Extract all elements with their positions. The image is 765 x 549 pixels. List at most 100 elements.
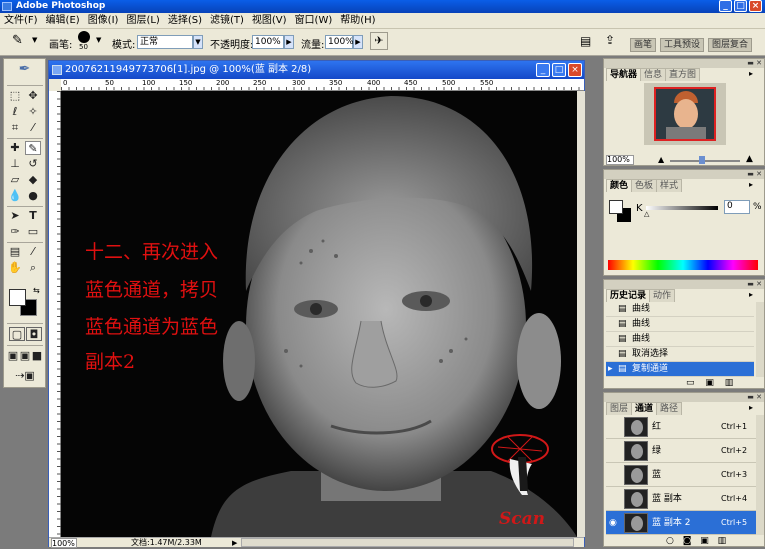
airbrush-icon[interactable]: ✈ [370, 32, 388, 50]
channel-row[interactable]: 绿 Ctrl+2 [606, 439, 756, 463]
palette-well-icon[interactable]: ▤ [580, 34, 591, 48]
hand-tool-icon[interactable]: ✋ [7, 261, 23, 275]
history-scrollbar[interactable] [756, 302, 764, 377]
menu-window[interactable]: 窗口(W) [291, 13, 337, 28]
k-value-field[interactable]: 0 [724, 200, 750, 214]
screen-mode-full-icon[interactable]: ■ [31, 349, 43, 363]
eyedropper-tool-icon[interactable]: ⁄ [25, 245, 41, 259]
menu-edit[interactable]: 编辑(E) [42, 13, 84, 28]
navigator-view-box[interactable] [654, 87, 716, 141]
color-ramp[interactable] [608, 260, 758, 270]
screen-mode-menu-icon[interactable]: ▣ [19, 349, 31, 363]
channel-action-buttons-icon[interactable]: ○ ◙ ▣ ▥ [666, 536, 726, 546]
tab-swatches[interactable]: 色板 [631, 179, 658, 192]
crop-tool-icon[interactable]: ⌗ [7, 121, 23, 135]
channel-row[interactable]: 蓝 副本 Ctrl+4 [606, 487, 756, 511]
jump-to-imageready-icon[interactable]: ⇢▣ [9, 369, 41, 383]
document-title-bar[interactable]: 20076211949773706[1].jpg @ 100%(蓝 副本 2/8… [49, 61, 584, 79]
pen-tool-icon[interactable]: ✑ [7, 225, 23, 239]
screen-mode-standard-icon[interactable]: ▣ [7, 349, 19, 363]
palette-header[interactable]: ▬ ✕ [604, 393, 764, 402]
blur-tool-icon[interactable]: 💧 [7, 189, 23, 203]
healing-brush-tool-icon[interactable]: ✚ [7, 141, 23, 155]
lasso-tool-icon[interactable]: ℓ [7, 105, 23, 119]
well-tab-layer-comps[interactable]: 图层复合 [708, 38, 753, 52]
history-action-buttons-icon[interactable]: ▭ ▣ ▥ [686, 378, 733, 388]
palette-menu-icon[interactable]: ▸ [749, 69, 753, 78]
palette-window-buttons-icon[interactable]: ▬ ✕ [747, 394, 762, 401]
palette-window-buttons-icon[interactable]: ▬ ✕ [747, 60, 762, 67]
color-foreground-swatch[interactable] [609, 200, 623, 214]
doc-maximize-icon[interactable]: □ [552, 63, 566, 77]
feather-logo-icon[interactable]: ✒ [6, 61, 43, 81]
type-tool-icon[interactable]: T [25, 209, 41, 223]
zoom-out-icon[interactable]: ▲ [658, 155, 664, 164]
maximize-icon[interactable]: □ [734, 0, 747, 12]
brush-tool-icon[interactable]: ✎ [12, 33, 23, 48]
file-browser-icon[interactable]: ⇪ [605, 33, 615, 47]
history-item-selected[interactable]: ▸ ▤ 复制通道 [606, 362, 754, 377]
navigator-zoom-field[interactable]: 100% [606, 155, 634, 165]
brush-tool-active-icon[interactable]: ✎ [25, 141, 41, 155]
flow-slider-icon[interactable]: ▶ [353, 35, 363, 49]
slice-tool-icon[interactable]: ⁄ [25, 121, 41, 135]
channel-row[interactable]: 蓝 Ctrl+3 [606, 463, 756, 487]
flow-field[interactable]: 100% [325, 35, 354, 49]
tab-channels[interactable]: 通道 [631, 402, 658, 415]
brush-preview-icon[interactable] [78, 31, 90, 43]
well-tab-tool-presets[interactable]: 工具预设 [660, 38, 705, 52]
history-item[interactable]: ▤ 曲线 [606, 332, 754, 347]
tab-navigator[interactable]: 导航器 [606, 68, 642, 81]
mode-select[interactable]: 正常 [137, 35, 193, 49]
palette-header[interactable]: ▬ ✕ [604, 280, 764, 289]
palette-menu-icon[interactable]: ▸ [749, 403, 753, 412]
menu-filter[interactable]: 滤镜(T) [206, 13, 248, 28]
eye-visibility-icon[interactable]: ◉ [609, 511, 617, 535]
palette-menu-icon[interactable]: ▸ [749, 290, 753, 299]
standard-mode-icon[interactable]: ▢ [9, 327, 25, 341]
swap-colors-icon[interactable]: ⇆ [33, 286, 40, 295]
menu-image[interactable]: 图像(I) [84, 13, 123, 28]
foreground-color-swatch[interactable] [9, 289, 26, 306]
palette-window-buttons-icon[interactable]: ▬ ✕ [747, 171, 762, 178]
menu-file[interactable]: 文件(F) [0, 13, 42, 28]
tab-layers[interactable]: 图层 [606, 402, 633, 415]
palette-window-buttons-icon[interactable]: ▬ ✕ [747, 281, 762, 288]
quick-mask-mode-icon[interactable]: ◘ [26, 327, 42, 341]
tab-histogram[interactable]: 直方图 [665, 68, 701, 81]
k-slider-thumb[interactable]: △ [644, 210, 649, 218]
marquee-tool-icon[interactable]: ⬚ [7, 89, 23, 103]
tool-preset-arrow-icon[interactable]: ▼ [32, 36, 37, 44]
palette-header[interactable]: ▬ ✕ [604, 170, 764, 179]
zoom-in-icon[interactable]: ▲ [746, 154, 753, 164]
k-slider[interactable] [646, 206, 718, 210]
notes-tool-icon[interactable]: ▤ [7, 245, 23, 259]
mode-dropdown-icon[interactable]: ▼ [193, 35, 203, 49]
tab-actions[interactable]: 动作 [649, 289, 676, 302]
dodge-tool-icon[interactable]: ● [25, 189, 41, 203]
opacity-slider-icon[interactable]: ▶ [284, 35, 294, 49]
palette-header[interactable]: ▬ ✕ [604, 59, 764, 68]
menu-select[interactable]: 选择(S) [164, 13, 206, 28]
well-tab-brushes[interactable]: 画笔 [630, 38, 657, 52]
paint-bucket-tool-icon[interactable]: ◆ [25, 173, 41, 187]
close-icon[interactable]: × [749, 0, 762, 12]
tab-styles[interactable]: 样式 [656, 179, 683, 192]
history-item[interactable]: ▤ 曲线 [606, 317, 754, 332]
history-brush-tool-icon[interactable]: ↺ [25, 157, 41, 171]
opacity-field[interactable]: 100% [252, 35, 284, 49]
image-canvas[interactable]: 十二、再次进入 蓝色通道，拷贝 蓝色通道为蓝色 副本2 Scan [61, 91, 577, 537]
brush-picker-arrow-icon[interactable]: ▼ [96, 36, 101, 44]
vertical-scrollbar[interactable] [577, 91, 585, 537]
channel-row[interactable]: 红 Ctrl+1 [606, 415, 756, 439]
clone-stamp-tool-icon[interactable]: ⊥ [7, 157, 23, 171]
palette-menu-icon[interactable]: ▸ [749, 180, 753, 189]
zoom-slider-thumb[interactable] [699, 156, 705, 164]
channels-scrollbar[interactable] [756, 415, 764, 535]
eraser-tool-icon[interactable]: ▱ [7, 173, 23, 187]
zoom-tool-icon[interactable]: ⌕ [25, 261, 41, 275]
minimize-icon[interactable]: _ [719, 0, 732, 12]
doc-close-icon[interactable]: × [568, 63, 582, 77]
magic-wand-tool-icon[interactable]: ✧ [25, 105, 41, 119]
horizontal-scrollbar[interactable] [241, 538, 574, 547]
